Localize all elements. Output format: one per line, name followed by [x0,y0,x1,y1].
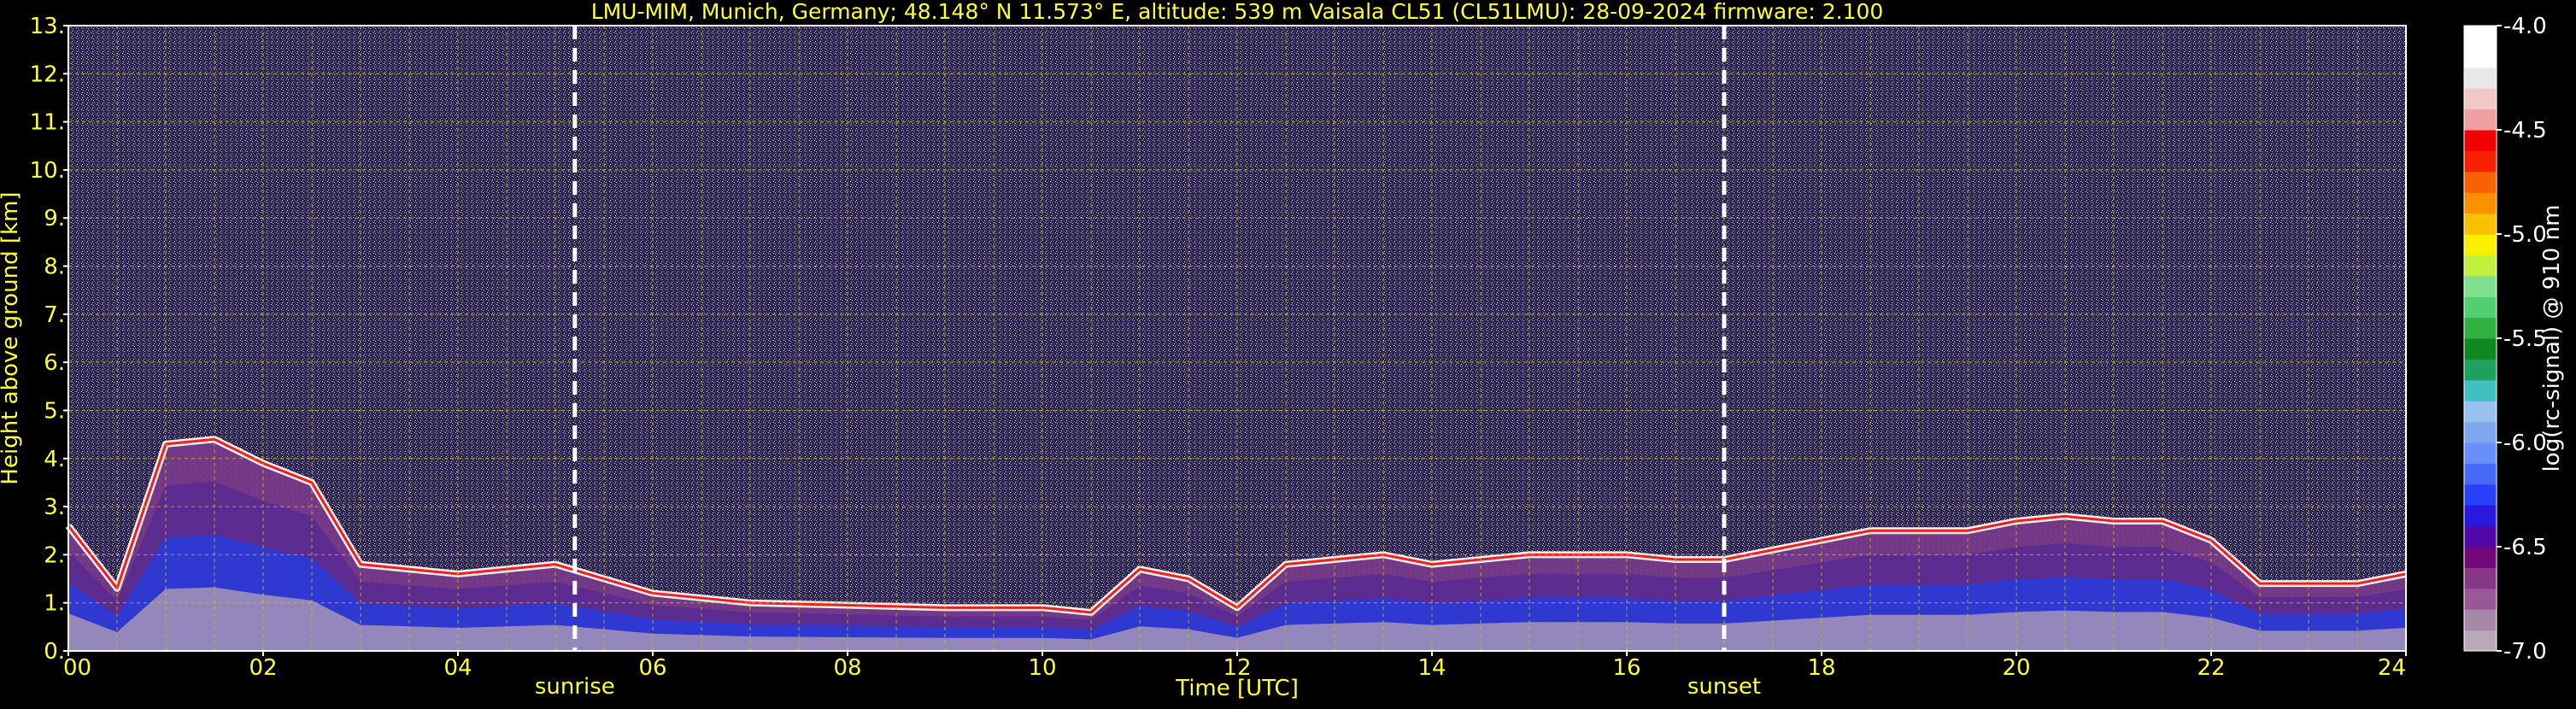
colorbar-swatch [2464,442,2497,464]
x-axis-label: Time [UTC] [1175,676,1299,701]
colorbar-tick-label: -4.5 [2503,118,2547,144]
colorbar-swatch [2464,463,2497,485]
colorbar-swatch [2464,609,2497,631]
x-tick-label: 16 [1612,655,1640,681]
colorbar-swatch [2464,567,2497,589]
colorbar-swatch [2464,401,2497,423]
colorbar-tick-label: -7.0 [2503,639,2547,665]
colorbar-swatch [2464,547,2497,568]
x-tick-label: 24 [2378,655,2406,681]
y-tick-label: 12. [30,62,65,87]
y-tick-label: 2. [44,542,65,568]
y-tick-label: 3. [44,495,65,520]
colorbar-swatch [2464,46,2497,68]
colorbar-swatch [2464,67,2497,89]
colorbar-swatch [2464,296,2497,319]
colorbar-swatch [2464,108,2497,131]
x-tick-label: 18 [1807,655,1835,681]
sunset-label: sunset [1687,674,1761,700]
colorbar-swatch [2464,588,2497,610]
colorbar-swatch [2464,150,2497,173]
colorbar-swatch [2464,317,2497,339]
y-tick-label: 6. [44,350,65,376]
colorbar-swatch [2464,192,2497,214]
colorbar-swatch [2464,630,2497,652]
x-tick-label: 06 [638,655,666,681]
y-tick-label: 7. [44,302,65,328]
x-tick-label: 04 [443,655,472,681]
y-tick-label: 9. [44,206,65,231]
x-tick-label: 20 [2002,655,2030,681]
colorbar-swatch [2464,525,2497,548]
colorbar-swatch [2464,483,2497,506]
y-tick-label: 1. [44,591,65,617]
colorbar-label: log(rc-signal) @ 910 nm [2539,205,2565,472]
colorbar-swatch [2464,130,2497,151]
colorbar-swatch [2464,88,2497,110]
x-tick-label: 14 [1417,655,1446,681]
chart-title: LMU-MIM, Munich, Germany; 48.148° N 11.5… [591,0,1884,24]
y-tick-label: 13. [30,14,65,39]
colorbar-swatch [2464,171,2497,193]
y-tick-label: 5. [44,398,65,424]
colorbar-swatch [2464,505,2497,527]
colorbar-swatch [2464,421,2497,443]
y-tick-label: 11. [30,110,65,136]
x-tick-label: 10 [1028,655,1056,681]
chart-svg: 00 02 04 06 08 10 12 14 16 18 20 22 24 0.1.2.3.4.5.6… [0,0,2565,701]
x-tick-label: 22 [2197,655,2225,681]
sunrise-label: sunrise [535,674,615,700]
y-tick-label: 0. [44,639,65,665]
colorbar-swatch [2464,26,2497,47]
colorbar-swatch [2464,379,2497,401]
y-axis-label: Height above ground [km] [0,191,23,484]
ceilometer-chart: 00 02 04 06 08 10 12 14 16 18 20 22 24 0. 1. 2. 3. 4. 5. 6… [0,0,2576,706]
x-tick-label: 08 [833,655,861,681]
y-tick-label: 10. [30,158,65,184]
colorbar-swatch [2464,359,2497,381]
x-tick-label: 02 [249,655,277,681]
colorbar-swatch [2464,275,2497,297]
colorbar-swatch [2464,255,2497,277]
colorbar-swatch [2464,338,2497,360]
colorbar-swatch [2464,213,2497,235]
y-tick-label: 8. [44,255,65,280]
colorbar-tick-label: -6.5 [2503,535,2547,560]
colorbar-swatch [2464,234,2497,255]
y-tick-label: 4. [44,447,65,472]
colorbar [2463,25,2497,652]
x-tick-label: 00 [63,655,91,681]
colorbar-tick-label: -4.0 [2503,14,2547,39]
